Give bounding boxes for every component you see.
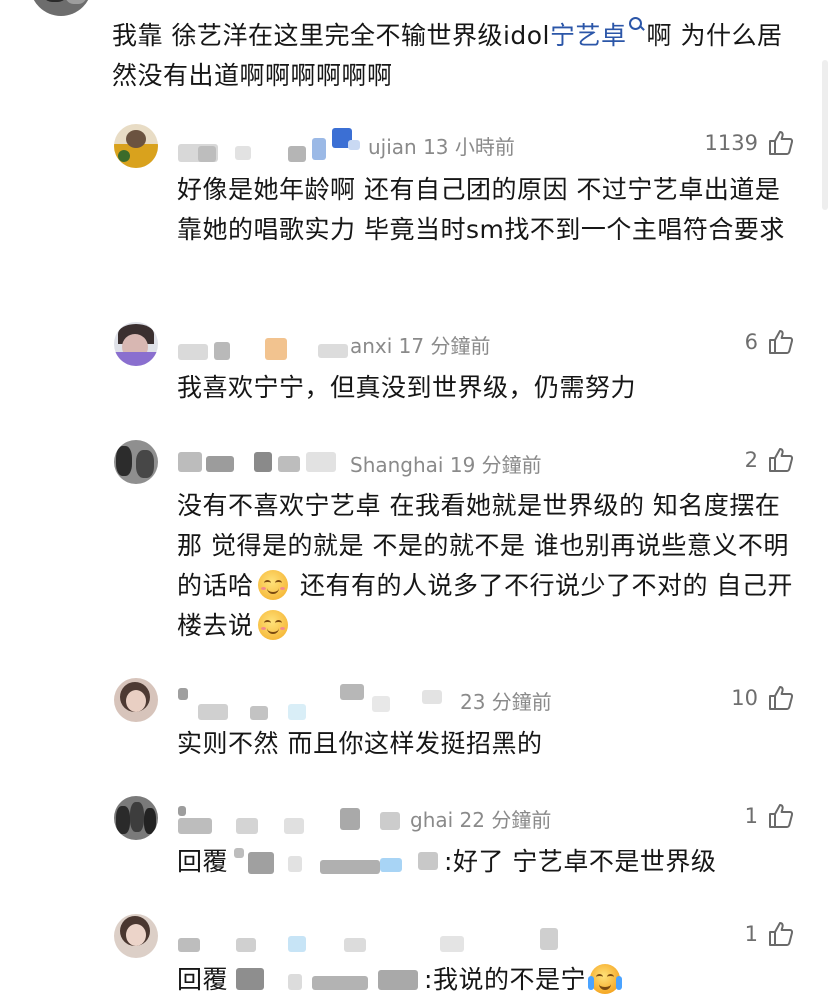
reply-6-text: 回覆 :我说的不是宁 (177, 960, 802, 1000)
reply-6-mention-redacted[interactable] (228, 964, 424, 994)
thumbs-up-icon (769, 804, 794, 828)
thumbs-up-icon (769, 922, 794, 946)
reply-5-like[interactable]: 1 (745, 803, 794, 829)
main-comment-avatar[interactable] (30, 0, 92, 16)
thumbs-up-icon (769, 330, 794, 354)
main-comment-text: 我靠 徐艺洋在这里完全不输世界级idol宁艺卓啊 为什么居然没有出道啊啊啊啊啊啊 (112, 14, 802, 96)
reply-1-avatar[interactable] (114, 124, 158, 168)
reply-2-avatar[interactable] (114, 322, 158, 366)
reply-5-mention-redacted[interactable] (228, 846, 444, 876)
reply-4-meta: 23 分鐘前 (460, 690, 552, 714)
reply-4-text: 实则不然 而且你这样发挺招黑的 (177, 729, 543, 758)
crying-laughing-emoji (587, 964, 622, 994)
reply-1-text: 好像是她年龄啊 还有自己团的原因 不过宁艺卓出道是靠她的唱歌实力 毕竟当时sm找… (177, 175, 785, 244)
reply-4-like-count: 10 (731, 686, 758, 710)
reply-5-like-count: 1 (744, 804, 758, 828)
reply-6-prefix: 回覆 (177, 965, 229, 994)
thumbs-up-icon (769, 686, 794, 710)
reply-5-text: 回覆 :好了 宁艺卓不是世界级 (177, 842, 802, 882)
topic-link[interactable]: 宁艺卓 (550, 21, 627, 50)
reply-5-avatar[interactable] (114, 796, 158, 840)
reply-1-meta: ujian 13 小時前 (368, 135, 515, 159)
reply-5-text-body: :好了 宁艺卓不是世界级 (444, 847, 717, 876)
reply-1-like-count: 1139 (704, 131, 758, 155)
reply-2-text: 我喜欢宁宁，但真没到世界级，仍需努力 (177, 373, 637, 402)
reply-1-like[interactable]: 1139 (705, 130, 794, 156)
reply-2-meta: anxi 17 分鐘前 (350, 334, 491, 358)
reply-5-prefix: 回覆 (177, 847, 229, 876)
reply-6-like[interactable]: 1 (745, 921, 794, 947)
reply-2-like[interactable]: 6 (745, 329, 794, 355)
reply-3-meta: Shanghai 19 分鐘前 (350, 453, 542, 477)
reply-6-avatar[interactable] (114, 914, 158, 958)
reply-3-like-count: 2 (744, 448, 758, 472)
reply-3-like[interactable]: 2 (745, 447, 794, 473)
reply-3-avatar[interactable] (114, 440, 158, 484)
reply-4-like[interactable]: 10 (731, 685, 794, 711)
scrollbar[interactable] (822, 60, 828, 210)
smiling-face-emoji (257, 610, 288, 640)
reply-6-like-count: 1 (744, 922, 758, 946)
thumbs-up-icon (769, 448, 794, 472)
main-comment-text-before: 我靠 徐艺洋在这里完全不输世界级idol (112, 21, 551, 50)
smiling-face-emoji (257, 570, 288, 600)
reply-3-text: 没有不喜欢宁艺卓 在我看她就是世界级的 知名度摆在那 觉得是的就是 不是的就不是… (177, 486, 802, 646)
reply-6-text-body: :我说的不是宁 (424, 965, 586, 994)
search-icon[interactable] (627, 14, 647, 38)
thumbs-up-icon (769, 131, 794, 155)
reply-5-meta: ghai 22 分鐘前 (410, 808, 552, 832)
reply-4-avatar[interactable] (114, 678, 158, 722)
reply-2-like-count: 6 (744, 330, 758, 354)
